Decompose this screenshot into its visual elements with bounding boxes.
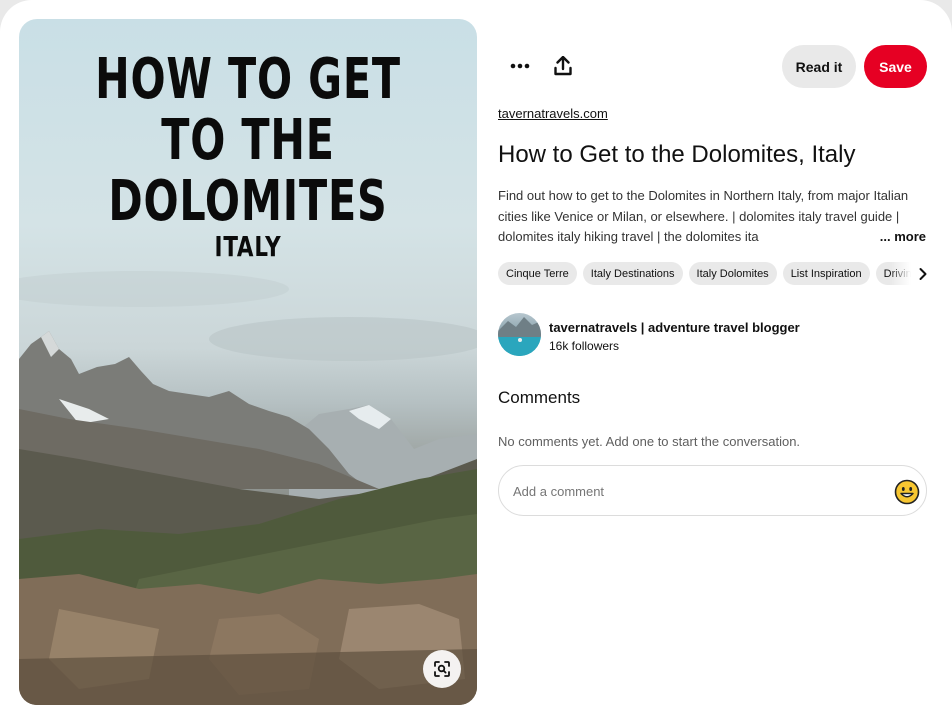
tag-list: Cinque Terre Italy Destinations Italy Do…	[498, 262, 928, 285]
creator-name[interactable]: tavernatravels | adventure travel blogge…	[549, 320, 800, 335]
tag-chip[interactable]: Italy Destinations	[582, 262, 683, 285]
pin-description-text: Find out how to get to the Dolomites in …	[498, 188, 909, 244]
tag-chip[interactable]: Cinque Terre	[498, 262, 577, 285]
share-upload-icon	[554, 56, 572, 76]
chevron-right-icon	[919, 267, 927, 280]
share-button[interactable]	[543, 46, 583, 86]
read-it-button[interactable]: Read it	[782, 45, 856, 88]
pin-description: Find out how to get to the Dolomites in …	[498, 186, 928, 248]
pin-closeup-card: HOW TO GET TO THE DOLOMITES ITALY Read i…	[0, 0, 952, 715]
pin-image[interactable]: HOW TO GET TO THE DOLOMITES ITALY	[19, 19, 477, 705]
visual-search-icon	[434, 661, 450, 677]
comment-input[interactable]	[513, 481, 873, 501]
creator-info: tavernatravels | adventure travel blogge…	[498, 313, 928, 357]
save-button[interactable]: Save	[864, 45, 927, 88]
tag-chip[interactable]: List Inspiration	[782, 262, 870, 285]
ellipsis-icon	[510, 63, 530, 69]
follower-count: 16k followers	[549, 339, 620, 353]
more-options-button[interactable]	[500, 46, 540, 86]
tags-scroll-right-button[interactable]	[890, 262, 928, 285]
pin-image-subtitle: ITALY	[214, 230, 282, 263]
more-description-link[interactable]: ... more	[876, 227, 926, 248]
comments-heading: Comments	[498, 388, 581, 407]
visual-search-button[interactable]	[423, 650, 461, 688]
emoji-icon	[894, 479, 920, 505]
avatar-image	[498, 317, 541, 356]
pin-image-title-line: DOLOMITES	[108, 169, 388, 234]
tag-chip[interactable]: Italy Dolomites	[688, 262, 777, 285]
comment-box	[498, 465, 927, 516]
no-comments-text: No comments yet. Add one to start the co…	[498, 434, 801, 449]
pin-title: How to Get to the Dolomites, Italy	[498, 141, 856, 168]
source-link[interactable]: tavernatravels.com	[498, 106, 608, 121]
pin-image-title-line: HOW TO GET	[95, 47, 401, 112]
pin-image-title-line: TO THE	[161, 108, 335, 173]
pin-image-title: HOW TO GET TO THE DOLOMITES ITALY	[19, 49, 477, 264]
avatar[interactable]	[498, 313, 541, 356]
pin-details-panel: Read it Save tavernatravels.com How to G…	[498, 0, 928, 715]
emoji-button[interactable]	[894, 479, 920, 505]
